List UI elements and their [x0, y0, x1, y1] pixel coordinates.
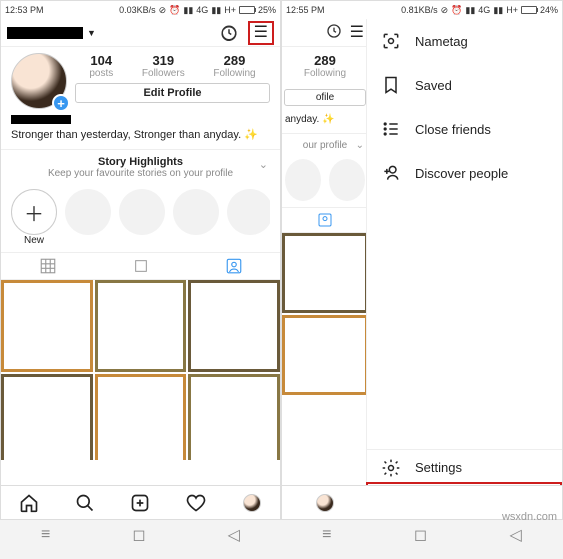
tab-tagged-icon[interactable]: [282, 208, 368, 232]
signal-hplus: H+: [224, 5, 236, 15]
profile-avatar[interactable]: +: [11, 53, 67, 109]
photo-thumb[interactable]: [1, 280, 93, 372]
battery-icon: [239, 6, 255, 14]
android-nav-left: ≡ ◻ ◁: [0, 520, 281, 550]
menu-saved[interactable]: Saved: [367, 63, 562, 107]
edit-profile-partial[interactable]: ofile: [284, 89, 366, 106]
highlights-title: Story Highlights: [11, 156, 270, 168]
dnd-icon: ⊘: [159, 5, 167, 16]
recents-icon[interactable]: ≡: [41, 526, 50, 544]
highlights-partial: our profile ⌄: [282, 133, 368, 207]
hamburger-menu-icon[interactable]: ☰: [248, 21, 274, 45]
archive-icon[interactable]: [220, 24, 238, 42]
photo-thumb[interactable]: [188, 280, 280, 372]
side-menu: Nametag Saved Close friends Discover peo…: [366, 19, 562, 485]
archive-icon[interactable]: [326, 23, 342, 42]
highlight-placeholder: [227, 189, 270, 235]
status-time: 12:55 PM: [286, 5, 325, 15]
tab-tagged-icon[interactable]: [187, 253, 280, 279]
home-icon[interactable]: ◻: [132, 525, 145, 545]
nav-add-icon[interactable]: [113, 493, 169, 513]
menu-label: Saved: [415, 78, 452, 93]
dnd-icon: ⊘: [441, 5, 449, 16]
story-highlights[interactable]: Story Highlights Keep your favourite sto…: [1, 149, 280, 252]
stat-posts[interactable]: 104 posts: [89, 53, 113, 79]
android-nav-right: ≡ ◻ ◁: [281, 520, 563, 550]
profile-header: ▼ ☰: [1, 19, 280, 47]
status-bar: 12:55 PM 0.81KB/s ⊘ ⏰ ▮▮ 4G ▮▮ H+ 24%: [282, 1, 562, 19]
highlight-placeholder: [285, 159, 321, 201]
photo-thumb[interactable]: [188, 374, 280, 460]
menu-label: Settings: [415, 460, 462, 475]
signal-4g: 4G: [478, 5, 490, 15]
watermark: wsxdn.com: [502, 511, 557, 523]
menu-close-friends[interactable]: Close friends: [367, 107, 562, 151]
net-speed: 0.03KB/s: [119, 5, 156, 15]
home-icon[interactable]: ◻: [414, 525, 427, 545]
menu-discover-people[interactable]: Discover people: [367, 151, 562, 195]
status-time: 12:53 PM: [5, 5, 44, 15]
grid-tabs: [1, 252, 280, 280]
bio-partial: anyday. ✨: [282, 110, 368, 133]
recents-icon[interactable]: ≡: [322, 526, 331, 544]
profile-behind-menu: ☰ 289 Following ofile anyday. ✨ our prof…: [282, 19, 368, 485]
menu-nametag[interactable]: Nametag: [367, 19, 562, 63]
back-icon[interactable]: ◁: [509, 525, 521, 545]
signal-4g: 4G: [196, 5, 208, 15]
chevron-down-icon[interactable]: ⌄: [259, 158, 268, 171]
photo-grid: [1, 280, 280, 460]
chevron-down-icon[interactable]: ⌄: [356, 140, 364, 151]
alarm-icon: ⏰: [169, 5, 180, 16]
menu-label: Close friends: [415, 122, 491, 137]
status-bar: 12:53 PM 0.03KB/s ⊘ ⏰ ▮▮ 4G ▮▮ H+ 25%: [1, 1, 280, 19]
back-icon[interactable]: ◁: [228, 525, 240, 545]
highlight-placeholder: [329, 159, 365, 201]
nav-profile-icon[interactable]: [224, 494, 280, 512]
nav-search-icon[interactable]: [57, 493, 113, 513]
signal-icon: ▮▮: [183, 5, 193, 16]
highlight-new[interactable]: ＋ New: [11, 189, 57, 246]
tab-feed-icon[interactable]: [94, 253, 187, 279]
signal-icon-2: ▮▮: [493, 5, 503, 16]
bio-name-redacted: [11, 115, 71, 124]
stat-followers[interactable]: 319 Followers: [142, 53, 185, 79]
net-speed: 0.81KB/s: [401, 5, 438, 15]
battery-icon: [521, 6, 537, 14]
username-dropdown[interactable]: ▼: [7, 27, 96, 39]
alarm-icon: ⏰: [451, 5, 462, 16]
photo-thumb[interactable]: [1, 374, 93, 460]
signal-icon: ▮▮: [465, 5, 475, 16]
menu-label: Discover people: [415, 166, 508, 181]
hamburger-menu-icon[interactable]: ☰: [350, 25, 364, 41]
highlight-placeholder: [119, 189, 165, 235]
profile-bio: Stronger than yesterday, Stronger than a…: [1, 111, 280, 149]
left-screenshot: 12:53 PM 0.03KB/s ⊘ ⏰ ▮▮ 4G ▮▮ H+ 25% ▼ …: [0, 0, 281, 520]
edit-profile-button[interactable]: Edit Profile: [75, 83, 270, 103]
username-redacted: [7, 27, 83, 39]
battery-pct: 25%: [258, 5, 276, 15]
photo-thumb[interactable]: [95, 374, 187, 460]
photo-thumb[interactable]: [282, 233, 368, 313]
plus-icon: ＋: [11, 189, 57, 235]
photo-thumb[interactable]: [282, 315, 368, 395]
menu-settings[interactable]: Settings: [367, 449, 562, 485]
signal-icon-2: ▮▮: [211, 5, 221, 16]
stat-following[interactable]: 289 Following: [213, 53, 255, 79]
menu-label: Nametag: [415, 34, 468, 49]
bottom-nav: [1, 485, 280, 519]
photo-thumb[interactable]: [95, 280, 187, 372]
highlights-subtitle: Keep your favourite stories on your prof…: [11, 168, 270, 179]
battery-pct: 24%: [540, 5, 558, 15]
nav-profile-icon[interactable]: [282, 494, 368, 512]
tab-grid-icon[interactable]: [1, 253, 94, 279]
chevron-down-icon: ▼: [87, 28, 96, 38]
highlight-placeholder: [173, 189, 219, 235]
nav-activity-icon[interactable]: [168, 493, 224, 513]
highlight-placeholder: [65, 189, 111, 235]
right-screenshot: 12:55 PM 0.81KB/s ⊘ ⏰ ▮▮ 4G ▮▮ H+ 24% ☰ …: [281, 0, 563, 520]
nav-home-icon[interactable]: [1, 493, 57, 513]
signal-hplus: H+: [506, 5, 518, 15]
add-story-icon[interactable]: +: [52, 94, 70, 112]
